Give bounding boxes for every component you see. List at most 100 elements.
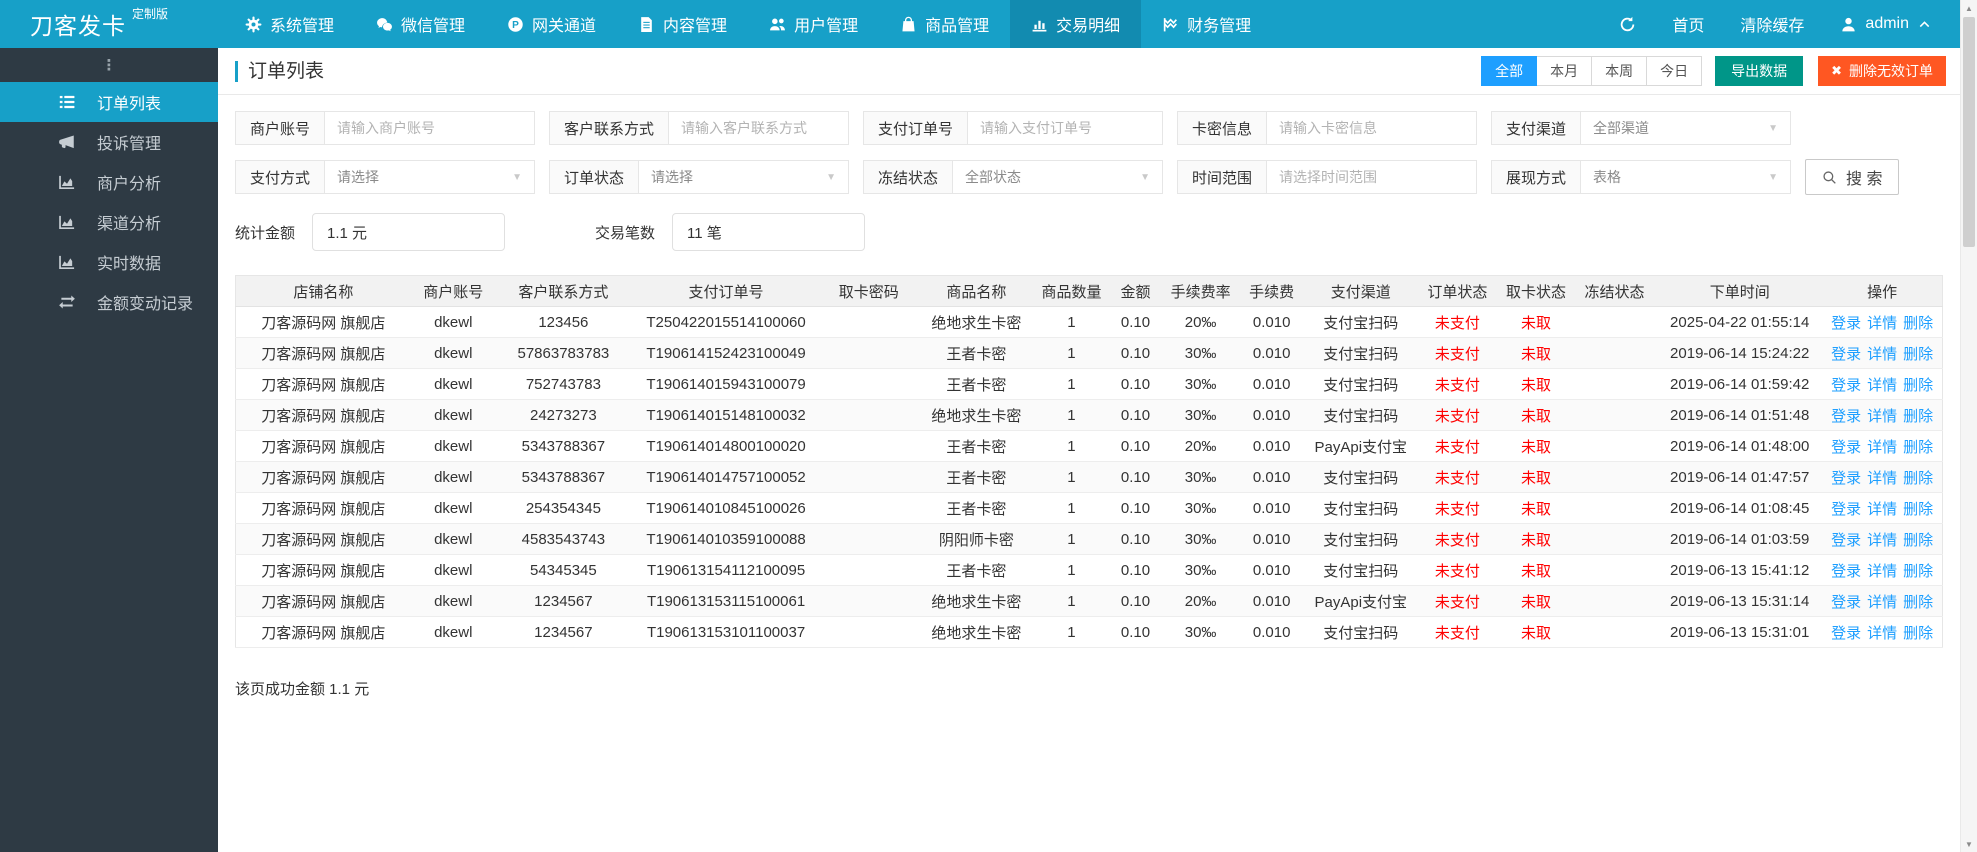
order-status-select[interactable]: 请选择 ▼: [639, 161, 848, 193]
clear-cache-link[interactable]: 清除缓存: [1740, 12, 1804, 36]
caret-down-icon: ▼: [826, 171, 836, 183]
tab-today[interactable]: 今日: [1646, 56, 1703, 86]
detail-link[interactable]: 详情: [1867, 594, 1897, 611]
filter-label: 支付方式: [236, 161, 326, 193]
top-menu-content[interactable]: 内容管理: [617, 0, 748, 48]
detail-link[interactable]: 详情: [1867, 408, 1897, 425]
cell: 0.10: [1106, 306, 1165, 338]
filter-display-mode: 展现方式 表格 ▼: [1491, 160, 1791, 194]
header-row: 店铺名称 商户账号 客户联系方式 支付订单号 取卡密码 商品名称 商品数量 金额 手续费率 手续费…: [235, 275, 1943, 307]
delete-link[interactable]: 删除: [1903, 563, 1933, 580]
cell: 0.010: [1236, 430, 1307, 462]
delete-link[interactable]: 删除: [1903, 315, 1933, 332]
top-menu-transactions[interactable]: 交易明细: [1010, 0, 1142, 48]
sidebar-item-channel-analysis[interactable]: 渠道分析: [0, 202, 218, 242]
megaphone-icon: [59, 135, 74, 149]
card-info-input[interactable]: [1267, 112, 1476, 144]
column-header: 手续费: [1236, 275, 1307, 307]
delete-link[interactable]: 删除: [1903, 501, 1933, 518]
sidebar-item-complaints[interactable]: 投诉管理: [0, 122, 218, 162]
cell: PayApi支付宝: [1306, 430, 1415, 462]
refresh-button[interactable]: [1619, 16, 1636, 33]
top-menu-system[interactable]: 系统管理: [224, 0, 355, 48]
cell: 刀客源码网 旗舰店: [235, 523, 411, 555]
delete-link[interactable]: 删除: [1903, 594, 1933, 611]
cell: T190613153101100037: [630, 616, 822, 648]
filter-time-range: 时间范围: [1177, 160, 1477, 194]
login-link[interactable]: 登录: [1831, 346, 1861, 363]
detail-link[interactable]: 详情: [1867, 625, 1897, 642]
login-link[interactable]: 登录: [1831, 439, 1861, 456]
delete-link[interactable]: 删除: [1903, 470, 1933, 487]
login-link[interactable]: 登录: [1831, 532, 1861, 549]
user-menu[interactable]: admin: [1840, 15, 1932, 33]
login-link[interactable]: 登录: [1831, 377, 1861, 394]
time-range-input[interactable]: [1267, 161, 1476, 193]
search-button[interactable]: 搜 索: [1805, 159, 1900, 195]
scrollbar-thumb[interactable]: [1963, 17, 1975, 247]
login-link[interactable]: 登录: [1831, 625, 1861, 642]
detail-link[interactable]: 详情: [1867, 470, 1897, 487]
login-link[interactable]: 登录: [1831, 408, 1861, 425]
login-link[interactable]: 登录: [1831, 594, 1861, 611]
cell: 0.010: [1236, 337, 1307, 369]
payment-order-no-input[interactable]: [968, 112, 1162, 144]
delete-link[interactable]: 删除: [1903, 625, 1933, 642]
top-menu-wechat[interactable]: 微信管理: [355, 0, 486, 48]
cell: 刀客源码网 旗舰店: [235, 461, 411, 493]
detail-link[interactable]: 详情: [1867, 501, 1897, 518]
payment-method-select[interactable]: 请选择 ▼: [325, 161, 534, 193]
scroll-down-arrow-icon[interactable]: ▼: [1961, 836, 1977, 852]
sidebar-collapse-toggle[interactable]: ⋮: [0, 48, 218, 82]
cell: 0.010: [1236, 492, 1307, 524]
top-menu-users[interactable]: 用户管理: [748, 0, 879, 48]
merchant-account-input[interactable]: [325, 112, 534, 144]
detail-link[interactable]: 详情: [1867, 377, 1897, 394]
top-menu-goods[interactable]: 商品管理: [879, 0, 1010, 48]
area-chart-icon: [59, 255, 75, 270]
sidebar-item-realtime-data[interactable]: 实时数据: [0, 242, 218, 282]
filter-label: 支付渠道: [1492, 112, 1582, 144]
cell: 0.10: [1106, 585, 1165, 617]
actions-cell: 登录 详情 删除: [1822, 492, 1943, 524]
export-data-button[interactable]: 导出数据: [1715, 56, 1804, 86]
delete-link[interactable]: 删除: [1903, 377, 1933, 394]
delete-invalid-orders-button[interactable]: ✖ 删除无效订单: [1818, 56, 1946, 86]
transaction-count-value: 11 笔: [672, 213, 866, 251]
cell: 支付宝扫码: [1306, 554, 1415, 586]
app-logo[interactable]: 刀客发卡 定制版: [0, 7, 218, 41]
tab-this-month[interactable]: 本月: [1536, 56, 1593, 86]
cell: [1572, 337, 1658, 369]
freeze-status-select[interactable]: 全部状态 ▼: [953, 161, 1162, 193]
login-link[interactable]: 登录: [1831, 501, 1861, 518]
sidebar-item-amount-change-log[interactable]: 金额变动记录: [0, 282, 218, 322]
vertical-scrollbar[interactable]: ▲ ▼: [1960, 0, 1977, 852]
sidebar-item-order-list[interactable]: 订单列表: [0, 82, 218, 122]
login-link[interactable]: 登录: [1831, 315, 1861, 332]
detail-link[interactable]: 详情: [1867, 315, 1897, 332]
delete-link[interactable]: 删除: [1903, 346, 1933, 363]
detail-link[interactable]: 详情: [1867, 346, 1897, 363]
home-link[interactable]: 首页: [1672, 12, 1704, 36]
detail-link[interactable]: 详情: [1867, 532, 1897, 549]
cell: 支付宝扫码: [1306, 492, 1415, 524]
cell: 30‰: [1164, 523, 1237, 555]
customer-contact-input[interactable]: [669, 112, 848, 144]
top-menu-gateway[interactable]: P 网关通道: [486, 0, 617, 48]
top-menu-finance[interactable]: 财务管理: [1141, 0, 1272, 48]
detail-link[interactable]: 详情: [1867, 563, 1897, 580]
payment-channel-select[interactable]: 全部渠道 ▼: [1581, 112, 1790, 144]
scroll-up-arrow-icon[interactable]: ▲: [1961, 0, 1977, 16]
sidebar-item-merchant-analysis[interactable]: 商户分析: [0, 162, 218, 202]
login-link[interactable]: 登录: [1831, 470, 1861, 487]
delete-link[interactable]: 删除: [1903, 439, 1933, 456]
tab-this-week[interactable]: 本周: [1591, 56, 1648, 86]
delete-link[interactable]: 删除: [1903, 408, 1933, 425]
login-link[interactable]: 登录: [1831, 563, 1861, 580]
caret-down-icon: ▼: [1768, 171, 1778, 183]
actions-cell: 登录 详情 删除: [1822, 616, 1943, 648]
tab-all[interactable]: 全部: [1481, 56, 1538, 86]
delete-link[interactable]: 删除: [1903, 532, 1933, 549]
display-mode-select[interactable]: 表格 ▼: [1581, 161, 1790, 193]
detail-link[interactable]: 详情: [1867, 439, 1897, 456]
